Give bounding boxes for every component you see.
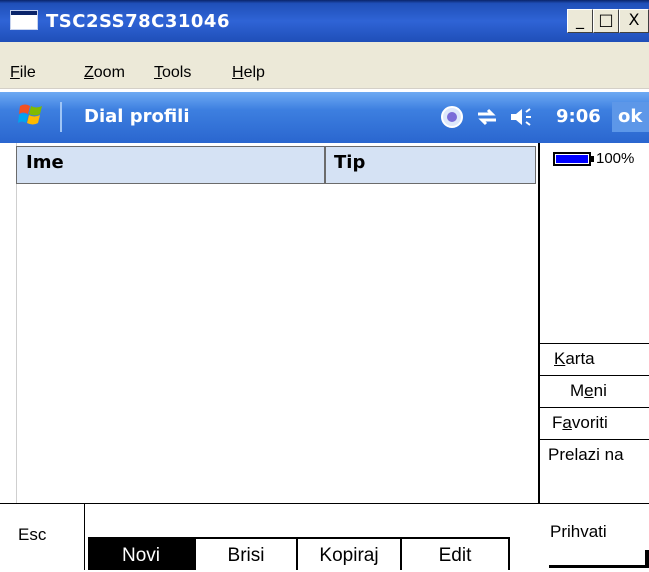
esc-button[interactable]: Esc — [0, 503, 85, 570]
close-button[interactable]: X — [619, 9, 649, 33]
esc-label: Esc — [18, 525, 47, 544]
novi-button[interactable]: Novi — [88, 537, 194, 570]
menu-file[interactable]: File — [10, 64, 36, 82]
connectivity-icon[interactable] — [440, 105, 466, 129]
menu-help[interactable]: Help — [232, 64, 265, 82]
screen-title: Dial profili — [84, 106, 190, 127]
column-separator[interactable] — [324, 146, 326, 184]
meni-button[interactable]: Meni — [540, 375, 649, 407]
ok-button[interactable]: ok — [612, 102, 649, 132]
menu-zoom[interactable]: Zoom — [84, 64, 125, 82]
window-title: TSC2SS78C31046 — [46, 11, 230, 32]
clock[interactable]: 9:06 — [556, 106, 601, 127]
window-title-bar[interactable]: TSC2SS78C31046 _ □ X — [0, 0, 649, 42]
menu-bar: File Zoom Tools Help — [0, 42, 649, 89]
menu-tools[interactable]: Tools — [154, 64, 191, 82]
karta-rest: arta — [565, 349, 595, 368]
prihvati-notch — [645, 550, 649, 566]
battery-fill — [556, 155, 588, 163]
battery-percent: 100% — [596, 150, 635, 167]
list-header — [16, 146, 536, 184]
kopiraj-button[interactable]: Kopiraj — [296, 537, 402, 570]
column-header-tip[interactable]: Tip — [334, 152, 365, 173]
sync-icon[interactable] — [474, 105, 500, 129]
favoriti-button[interactable]: Favoriti — [540, 407, 649, 439]
prelazi-na-label: Prelazi na — [548, 445, 624, 464]
battery-icon — [553, 152, 591, 166]
karta-button[interactable]: Karta — [540, 343, 649, 375]
battery-tip — [590, 156, 594, 162]
profile-list[interactable] — [0, 143, 540, 503]
title-separator — [60, 102, 62, 132]
meni-mnemonic: e — [584, 381, 594, 400]
volume-icon[interactable] — [508, 105, 534, 129]
minimize-button[interactable]: _ — [567, 9, 593, 33]
edit-button[interactable]: Edit — [400, 537, 510, 570]
meni-start: M — [570, 381, 585, 400]
prihvati-button[interactable]: Prihvati — [550, 522, 607, 542]
favoriti-start: F — [552, 413, 563, 432]
favoriti-mnemonic: a — [562, 413, 572, 432]
favoriti-rest: voriti — [571, 413, 608, 432]
brisi-button[interactable]: Brisi — [194, 537, 298, 570]
maximize-button[interactable]: □ — [593, 9, 619, 33]
device-title-bar: Dial profili 9:06 ok — [0, 92, 649, 143]
window-app-icon — [10, 10, 38, 30]
karta-mnemonic: K — [554, 349, 566, 368]
prihvati-underline — [549, 565, 649, 568]
list-left-border — [16, 143, 17, 503]
column-header-ime[interactable]: Ime — [26, 152, 64, 173]
meni-rest: ni — [593, 381, 607, 400]
prelazi-na-button[interactable]: Prelazi na — [540, 439, 649, 503]
windows-start-icon[interactable] — [18, 102, 44, 128]
